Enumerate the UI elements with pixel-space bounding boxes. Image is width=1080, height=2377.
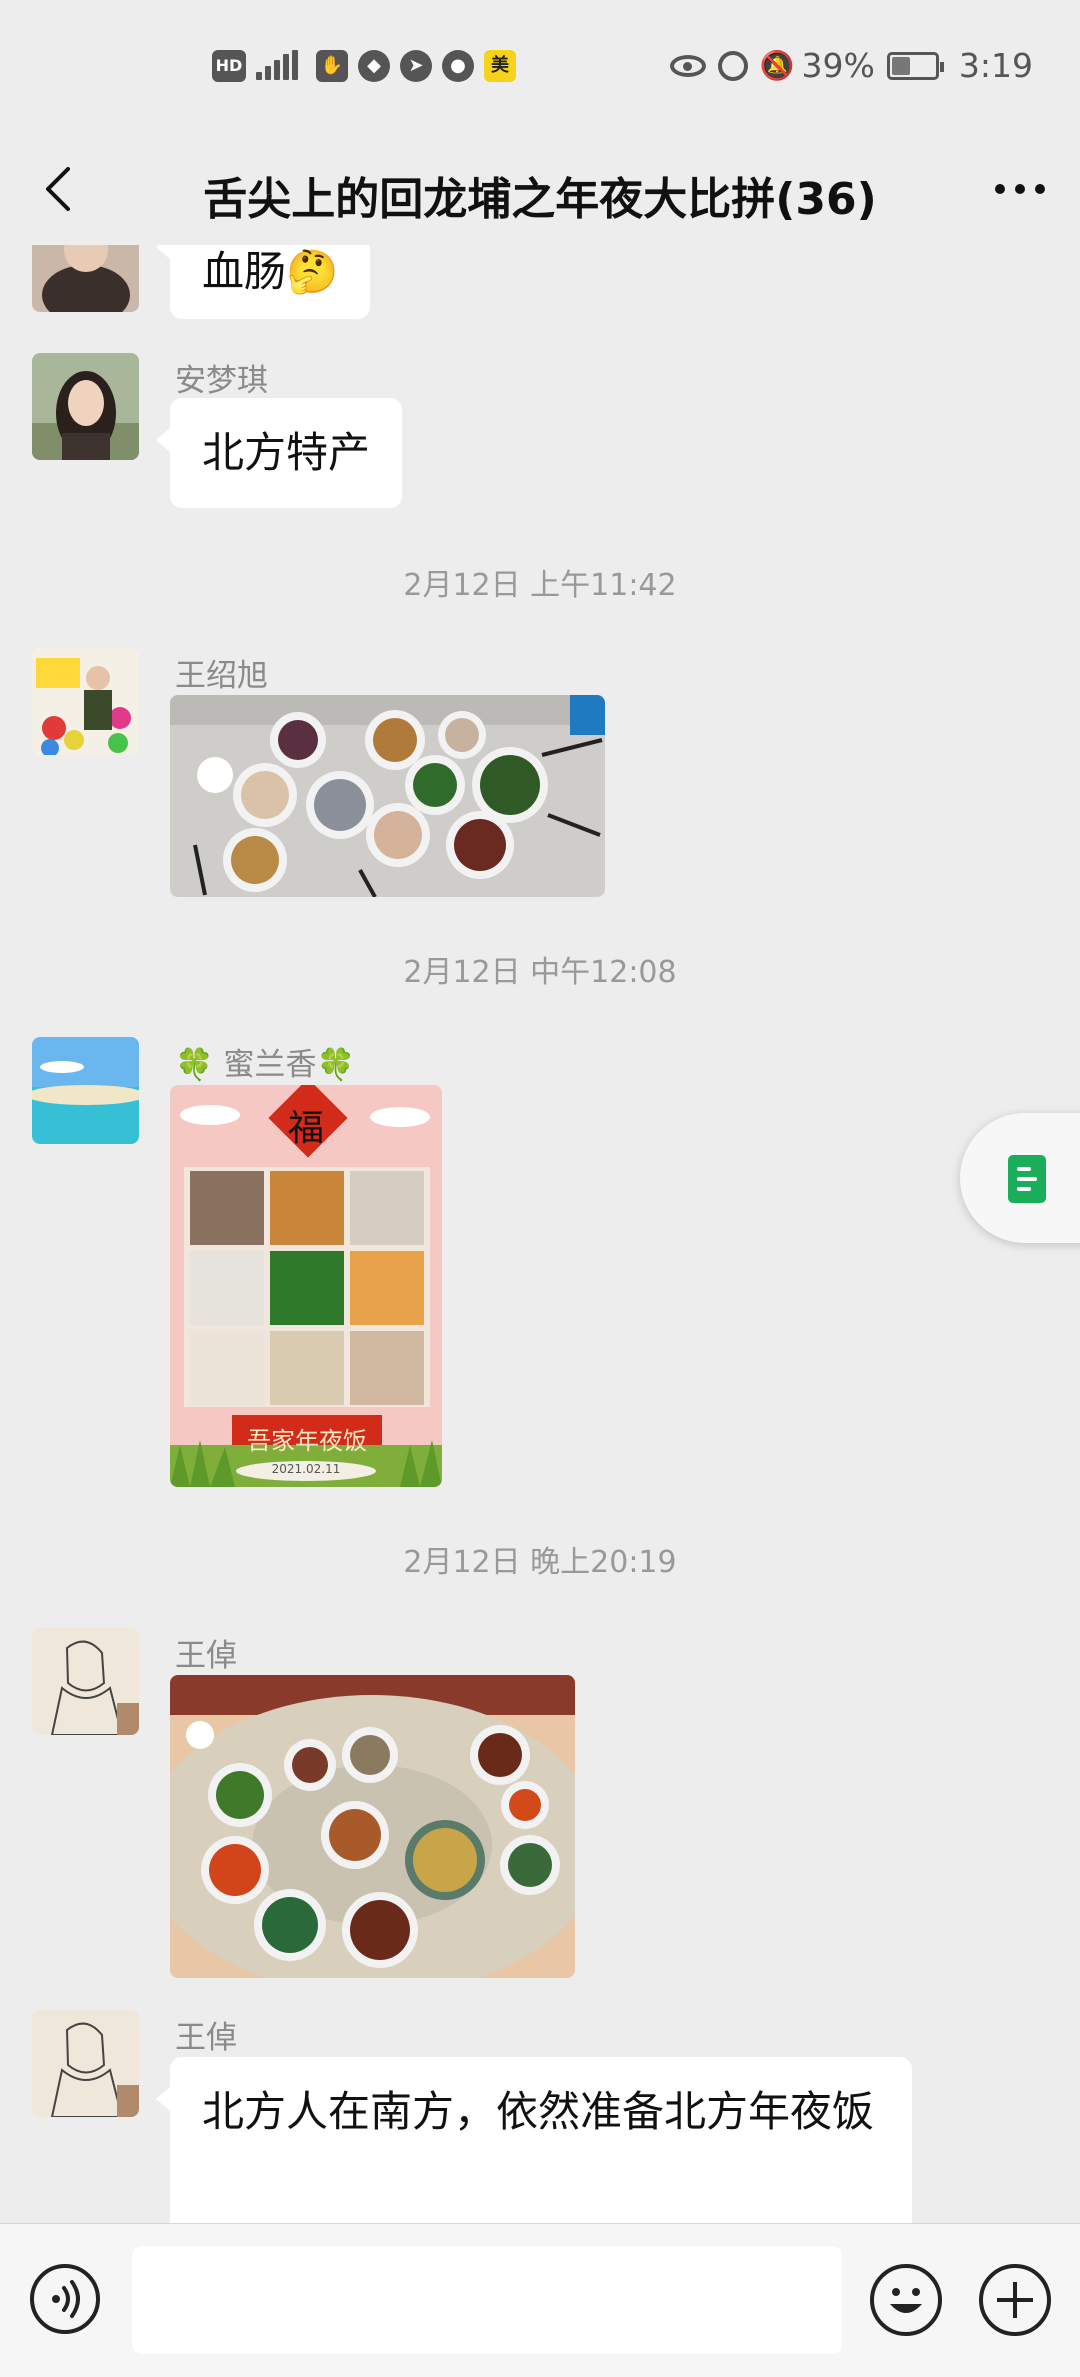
message-text: 北方人在南方，依然准备北方年夜饭 bbox=[202, 2087, 875, 2136]
smiley-icon bbox=[890, 2288, 922, 2313]
chat-message-list[interactable]: 血肠🤔 安梦琪 北方特产 2月12日 上午11:42 王绍旭 2月12日 中午1… bbox=[0, 245, 1080, 2223]
5g-signal-icon bbox=[256, 50, 306, 82]
message-text: 北方特产 bbox=[202, 428, 371, 477]
sender-name: 🍀 蜜兰香🍀 bbox=[175, 1047, 356, 1083]
clock-time: 3:19 bbox=[958, 46, 1033, 85]
mute-bell-icon: 🔕 bbox=[759, 48, 795, 82]
battery-icon bbox=[886, 51, 944, 80]
food-photo[interactable] bbox=[170, 695, 605, 897]
status-bar: HD ✋ ◆ ➤ ● 美 🔕 39% 3:19 bbox=[0, 0, 1080, 135]
voice-icon bbox=[52, 2280, 80, 2318]
avatar-mi-lanxiang[interactable] bbox=[32, 1037, 139, 1144]
document-icon bbox=[1008, 1155, 1046, 1203]
hand-icon: ✋ bbox=[316, 50, 348, 82]
new-year-dinner-poster[interactable]: 福 吾家年夜饭 2021.02.11 bbox=[170, 1085, 442, 1487]
avatar-wang-shaoxu[interactable] bbox=[32, 648, 139, 755]
avatar-wang-zhuo[interactable] bbox=[32, 1628, 139, 1735]
input-bar bbox=[0, 2223, 1080, 2377]
sender-name: 王倬 bbox=[175, 1638, 237, 1674]
message-text: 血肠🤔 bbox=[202, 247, 339, 296]
poster-caption: 吾家年夜饭 bbox=[247, 1427, 367, 1455]
meituan-icon: 美 bbox=[484, 50, 516, 82]
more-button[interactable] bbox=[988, 157, 1052, 221]
voice-input-button[interactable] bbox=[30, 2264, 100, 2334]
sender-name: 安梦琪 bbox=[175, 363, 268, 399]
title-bar: 舌尖上的回龙埔之年夜大比拼(36) bbox=[0, 135, 1080, 245]
round-table-photo[interactable] bbox=[170, 1675, 575, 1978]
floating-doc-shortcut[interactable] bbox=[960, 1113, 1080, 1243]
poster-date: 2021.02.11 bbox=[271, 1462, 341, 1476]
message-input[interactable] bbox=[132, 2246, 842, 2354]
battery-percent: 39% bbox=[801, 46, 875, 85]
avatar-an-mengqi[interactable] bbox=[32, 353, 139, 460]
hd-icon: HD bbox=[212, 50, 246, 82]
eye-icon bbox=[669, 54, 706, 77]
app-icon: ◆ bbox=[358, 50, 390, 82]
status-left-icons: HD ✋ ◆ ➤ ● 美 bbox=[212, 50, 516, 82]
message-bubble[interactable]: 北方人在南方，依然准备北方年夜饭 bbox=[156, 2057, 912, 2223]
more-dots-icon bbox=[995, 184, 1045, 194]
timestamp: 2月12日 中午12:08 bbox=[403, 955, 677, 990]
plus-icon bbox=[997, 2282, 1033, 2318]
timestamp: 2月12日 上午11:42 bbox=[403, 568, 677, 603]
sender-name: 王倬 bbox=[175, 2020, 237, 2056]
emoji-button[interactable] bbox=[870, 2264, 942, 2336]
chat-icon: ● bbox=[442, 50, 474, 82]
message-bubble[interactable]: 血肠🤔 bbox=[155, 245, 371, 319]
alarm-icon bbox=[717, 50, 748, 81]
status-right: 🔕 39% 3:19 bbox=[669, 46, 1033, 85]
message-bubble[interactable]: 北方特产 bbox=[155, 398, 403, 508]
chat-title: 舌尖上的回龙埔之年夜大比拼(36) bbox=[203, 174, 877, 225]
sender-name: 王绍旭 bbox=[175, 658, 268, 694]
avatar-wang-zhuo[interactable] bbox=[32, 2010, 139, 2117]
more-functions-button[interactable] bbox=[979, 2264, 1051, 2336]
avatar[interactable] bbox=[32, 245, 139, 312]
send-icon: ➤ bbox=[400, 50, 432, 82]
timestamp: 2月12日 晚上20:19 bbox=[403, 1545, 677, 1580]
fu-character: 福 bbox=[288, 1108, 325, 1149]
